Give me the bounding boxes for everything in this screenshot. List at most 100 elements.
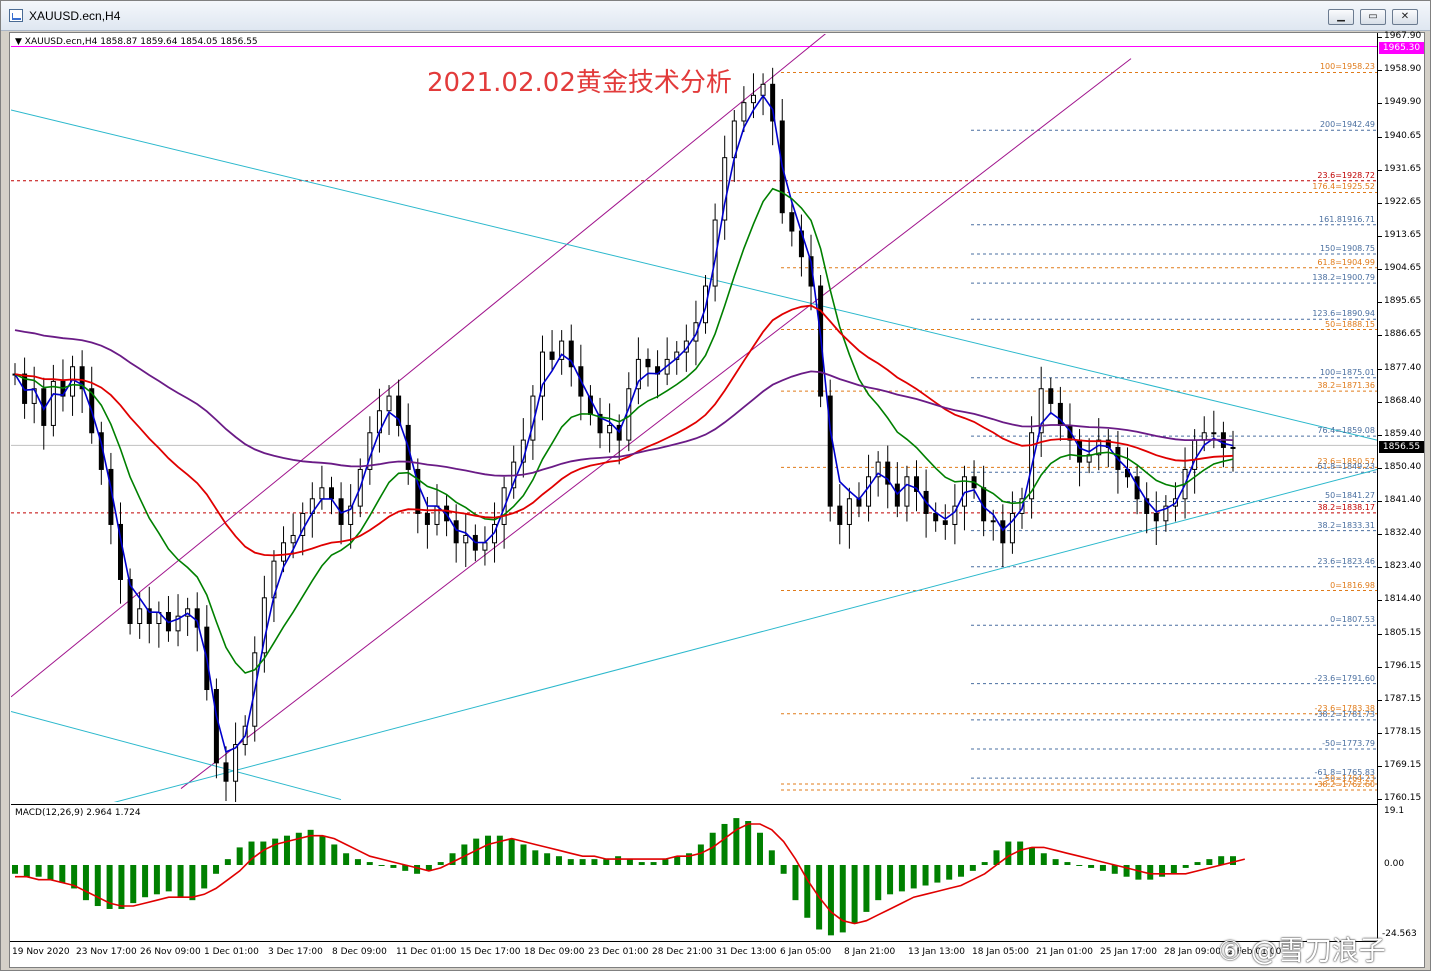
time-label: 31 Dec 13:00 bbox=[716, 947, 777, 957]
macd-histogram-bar bbox=[863, 864, 870, 912]
price-chart[interactable]: ▼ XAUUSD.ecn,H4 1858.87 1859.64 1854.05 … bbox=[10, 28, 1378, 806]
candle-body bbox=[760, 83, 766, 96]
fibo-level-label: 0=1807.53 bbox=[1330, 615, 1375, 625]
macd-histogram-bar bbox=[934, 864, 941, 883]
candle-body bbox=[741, 102, 747, 122]
price-tick-label: 1949.90 bbox=[1384, 97, 1422, 108]
macd-histogram-bar bbox=[697, 844, 704, 865]
macd-histogram-bar bbox=[201, 864, 208, 889]
price-tick-mark bbox=[1378, 765, 1382, 767]
macd-histogram-bar bbox=[189, 864, 196, 901]
macd-histogram-bar bbox=[1052, 859, 1059, 865]
fibo-level-label: 161.81916.71 bbox=[1319, 214, 1375, 224]
macd-histogram-bar bbox=[1147, 864, 1154, 880]
candle-body bbox=[1077, 439, 1083, 463]
macd-histogram-bar bbox=[508, 838, 515, 865]
price-tick-mark bbox=[1378, 401, 1382, 403]
candle-body bbox=[1211, 432, 1217, 435]
time-label: 1 Dec 01:00 bbox=[204, 947, 259, 957]
time-label: 8 Dec 09:00 bbox=[332, 947, 387, 957]
chart-area[interactable]: ▼ XAUUSD.ecn,H4 1858.87 1859.64 1854.05 … bbox=[9, 28, 1425, 968]
price-tick-mark bbox=[1378, 699, 1382, 701]
macd-histogram-bar bbox=[23, 864, 30, 877]
macd-histogram-bar bbox=[485, 835, 492, 865]
fibo-level-label: 61.8=1904.99 bbox=[1317, 257, 1375, 267]
minimize-button[interactable]: ▁ bbox=[1328, 9, 1354, 25]
price-tick-label: 1922.65 bbox=[1384, 196, 1422, 207]
fibo-level-label: 100=1875.01 bbox=[1319, 367, 1375, 377]
macd-histogram-bar bbox=[887, 864, 894, 895]
macd-histogram-bar bbox=[615, 856, 622, 865]
macd-histogram-bar bbox=[236, 847, 243, 865]
candle-body bbox=[846, 498, 852, 525]
macd-histogram-bar bbox=[1230, 856, 1236, 865]
macd-histogram-bar bbox=[1159, 864, 1166, 877]
price-tick-mark bbox=[1378, 799, 1382, 800]
macd-histogram-bar bbox=[969, 864, 976, 871]
macd-axis-bottom: -24.563 bbox=[1382, 929, 1417, 939]
candle-body bbox=[990, 520, 996, 523]
close-button[interactable]: ✕ bbox=[1392, 9, 1418, 25]
fibo-level-label: 138.2=1900.79 bbox=[1312, 273, 1375, 283]
candle-body bbox=[1153, 512, 1159, 522]
macd-histogram-bar bbox=[177, 864, 184, 898]
macd-histogram-bar bbox=[1088, 864, 1095, 868]
macd-histogram-bar bbox=[1206, 859, 1213, 865]
price-tick-mark bbox=[1378, 169, 1382, 171]
price-chart-svg bbox=[10, 28, 1378, 806]
fibo-level-label: 200=1942.49 bbox=[1319, 120, 1375, 130]
macd-histogram-bar bbox=[1028, 847, 1035, 865]
macd-histogram-bar bbox=[1005, 841, 1012, 865]
ema-slow-line bbox=[14, 304, 1234, 557]
price-tick-mark bbox=[1378, 302, 1382, 303]
macd-histogram-bar bbox=[47, 864, 54, 880]
price-tick-mark bbox=[1378, 732, 1382, 734]
candle-body bbox=[837, 505, 843, 525]
macd-histogram-bar bbox=[1017, 841, 1024, 865]
candle-body bbox=[434, 505, 440, 525]
macd-histogram-bar bbox=[118, 864, 125, 909]
macd-histogram-bar bbox=[922, 864, 929, 886]
price-axis[interactable]: 1967.90 1958.90 1949.90 1940.65 1931.65 1922.… bbox=[1377, 31, 1425, 941]
time-label: 3 Dec 17:00 bbox=[268, 947, 323, 957]
price-tick-mark bbox=[1378, 235, 1382, 237]
time-label: 28 Dec 21:00 bbox=[652, 947, 713, 957]
macd-histogram-bar bbox=[1040, 853, 1047, 865]
macd-histogram-bar bbox=[1099, 864, 1106, 871]
price-tick-mark bbox=[1378, 533, 1382, 535]
terminal-window: XAUUSD.ecn,H4 ▁ ▭ ✕ ▼ XAUUSD.ecn,H4 1858… bbox=[0, 0, 1431, 971]
price-tick-mark bbox=[1378, 567, 1382, 568]
price-tick-label: 1823.40 bbox=[1384, 561, 1422, 571]
price-tick-label: 1841.40 bbox=[1384, 494, 1422, 505]
price-tick-label: 1796.15 bbox=[1384, 660, 1422, 671]
macd-histogram-bar bbox=[283, 835, 290, 865]
channel-lower-line bbox=[180, 58, 1132, 789]
candle-body bbox=[281, 542, 287, 562]
time-label: 18 Jan 05:00 bbox=[972, 947, 1029, 957]
price-tick-mark bbox=[1378, 500, 1382, 502]
macd-histogram-bar bbox=[946, 864, 953, 880]
maximize-button[interactable]: ▭ bbox=[1360, 9, 1386, 25]
price-tick-label: 1787.15 bbox=[1384, 693, 1422, 704]
time-label: 13 Jan 13:00 bbox=[908, 947, 965, 957]
macd-histogram-bar bbox=[224, 859, 231, 865]
macd-histogram-bar bbox=[875, 864, 882, 901]
macd-histogram-bar bbox=[827, 864, 834, 936]
title-bar[interactable]: XAUUSD.ecn,H4 ▁ ▭ ✕ bbox=[1, 1, 1430, 31]
macd-svg bbox=[12, 818, 1245, 936]
price-tick-label: 1760.15 bbox=[1384, 793, 1422, 803]
fibo-level-label: 38.2=1833.31 bbox=[1317, 520, 1375, 530]
price-tick-mark bbox=[1378, 70, 1382, 71]
macd-histogram-bar bbox=[1064, 862, 1071, 865]
macd-histogram-bar bbox=[532, 850, 539, 865]
candle-body bbox=[424, 512, 430, 525]
macd-histogram-bar bbox=[520, 844, 527, 865]
macd-info: MACD(12,26,9) 2.964 1.724 bbox=[15, 808, 141, 818]
macd-histogram-bar bbox=[792, 864, 799, 901]
candle-body bbox=[904, 476, 910, 507]
macd-panel[interactable]: MACD(12,26,9) 2.964 1.724 bbox=[11, 804, 1377, 940]
macd-histogram-bar bbox=[496, 835, 503, 865]
macd-histogram-bar bbox=[82, 864, 89, 901]
candle-body bbox=[223, 762, 229, 782]
time-axis[interactable]: 19 Nov 2020 23 Nov 17:00 26 Nov 09:00 1 Dec… bbox=[10, 941, 1377, 967]
